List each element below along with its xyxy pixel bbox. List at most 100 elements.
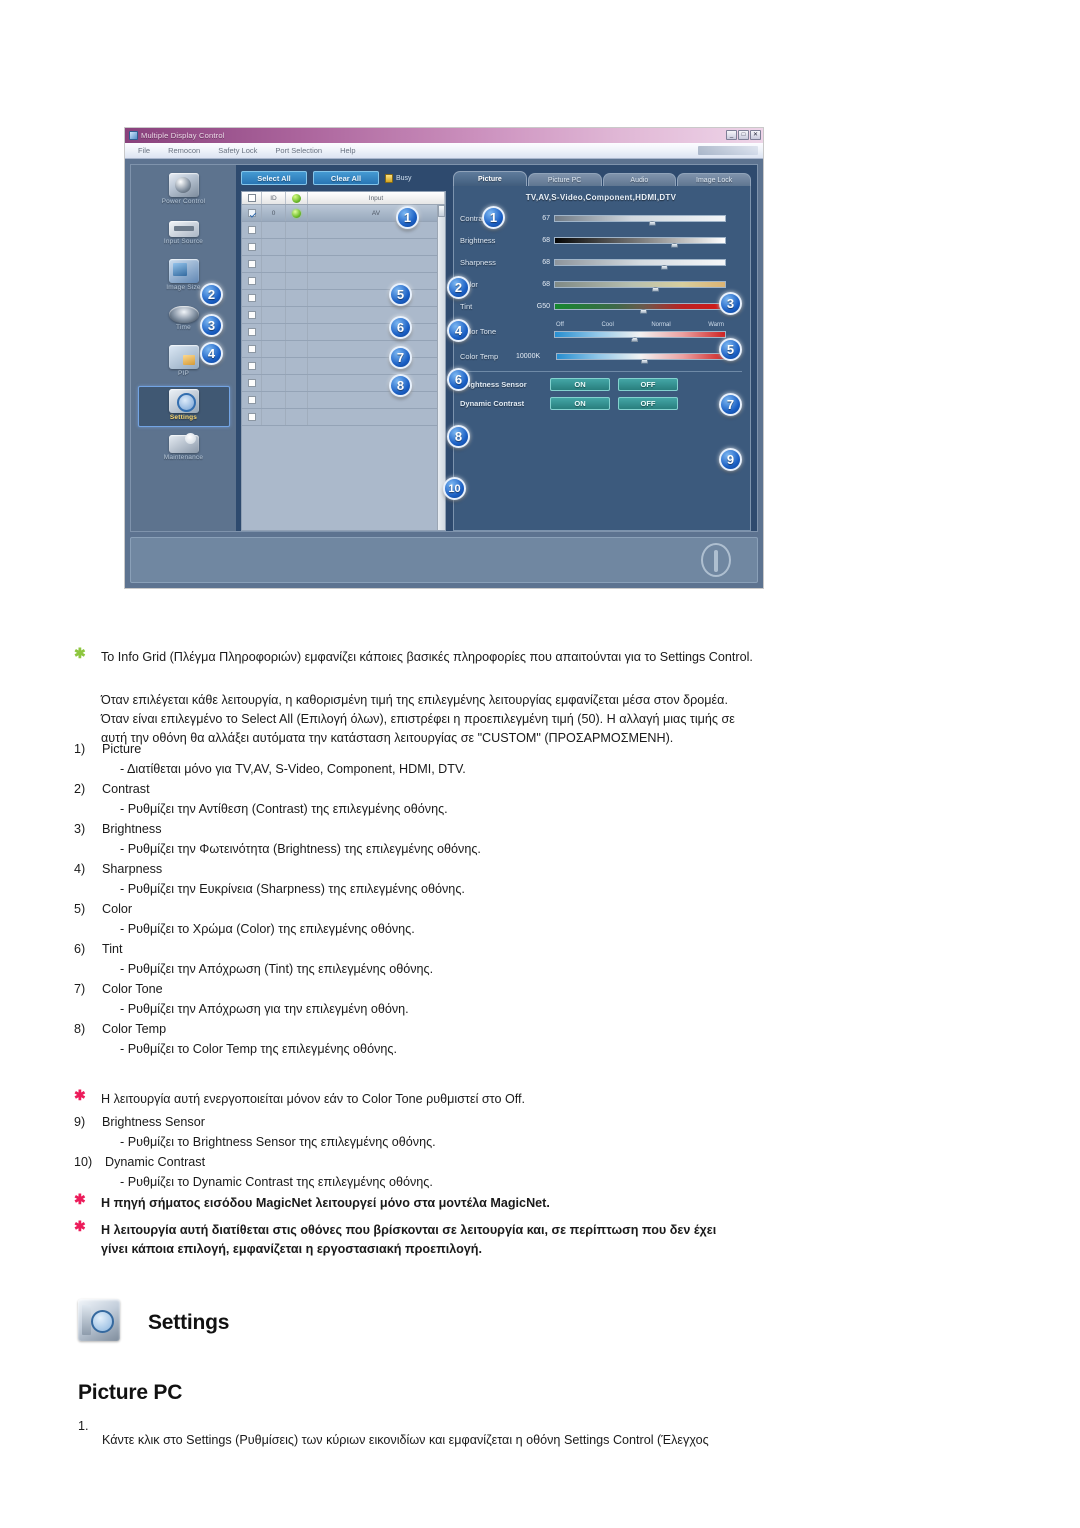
info-grid-panel: Select All Clear All Busy ID Input 0 AV: [236, 165, 451, 531]
sidebar-item-maintenance[interactable]: Maintenance: [138, 429, 230, 470]
row-checkbox-icon[interactable]: [247, 277, 256, 285]
item-desc-3: - Ρυθμίζει την Φωτεινότητα (Brightness) …: [120, 842, 481, 856]
maximize-button[interactable]: □: [738, 130, 749, 140]
row-checkbox-icon[interactable]: [247, 260, 256, 268]
item-desc-7: - Ρυθμίζει την Απόχρωση για την επιλεγμέ…: [120, 1002, 409, 1016]
row-checkbox-icon[interactable]: [247, 243, 256, 251]
pink-star-icon: ✱: [74, 1191, 86, 1207]
item-title-6: Tint: [102, 942, 123, 956]
note-color-tone-text: Η λειτουργία αυτή ενεργοποιείται μόνον ε…: [101, 1092, 526, 1106]
item-num-5: 5): [74, 902, 86, 916]
brightness-sensor-off-button[interactable]: OFF: [618, 378, 678, 391]
row-checkbox-icon[interactable]: [247, 226, 256, 234]
sharpness-track: [554, 258, 726, 266]
item-title-8: Color Temp: [102, 1022, 167, 1036]
green-star-icon: ✱: [74, 645, 86, 661]
menu-help[interactable]: Help: [331, 146, 364, 155]
menu-file[interactable]: File: [129, 146, 159, 155]
row-checkbox-icon[interactable]: [247, 362, 256, 370]
row-checkbox-icon[interactable]: [247, 345, 256, 353]
table-row[interactable]: [242, 324, 445, 341]
table-row[interactable]: [242, 392, 445, 409]
tab-picture-pc[interactable]: Picture PC: [527, 173, 602, 186]
color-value: 68: [542, 280, 550, 288]
callout-badge-3-left: 3: [200, 314, 223, 337]
contrast-track: [554, 214, 726, 222]
row-select-cell[interactable]: [242, 205, 262, 221]
brightness-sensor-on-button[interactable]: ON: [550, 378, 610, 391]
tab-audio[interactable]: Audio: [602, 173, 677, 186]
clear-all-button[interactable]: Clear All: [313, 171, 379, 185]
item-desc-4: - Ρυθμίζει την Ευκρίνεια (Sharpness) της…: [120, 882, 465, 896]
item-num-6: 6): [74, 942, 86, 956]
color-slider[interactable]: [554, 278, 726, 292]
color-track: [554, 280, 726, 288]
grid-scrollbar-thumb[interactable]: [438, 205, 445, 217]
dynamic-contrast-on-button[interactable]: ON: [550, 397, 610, 410]
minimize-button[interactable]: _: [726, 130, 737, 140]
table-row[interactable]: [242, 409, 445, 426]
window-controls[interactable]: _ □ ✕: [726, 130, 761, 140]
table-row[interactable]: [242, 273, 445, 290]
grid-scrollbar[interactable]: [437, 205, 445, 530]
callout-badge-6-grid: 6: [389, 316, 412, 339]
note-magicnet-text: Η πηγή σήματος εισόδου MagicNet λειτουργ…: [101, 1196, 550, 1210]
callout-badge-8-grid: 8: [389, 374, 412, 397]
select-all-button[interactable]: Select All: [241, 171, 307, 185]
color-temp-slider[interactable]: [556, 350, 726, 364]
menu-safety-lock[interactable]: Safety Lock: [209, 146, 266, 155]
color-tone-slider[interactable]: Off Cool Normal Warm: [554, 322, 726, 342]
slider-row-color[interactable]: Color 68: [460, 273, 742, 295]
table-row[interactable]: [242, 239, 445, 256]
item-num-9: 9): [74, 1115, 86, 1129]
callout-badge-7-right: 7: [719, 393, 742, 416]
tab-bar[interactable]: Picture Picture PC Audio Image Lock: [453, 171, 751, 186]
sharpness-slider[interactable]: [554, 256, 726, 270]
table-row[interactable]: [242, 290, 445, 307]
table-row[interactable]: [242, 358, 445, 375]
window-title: Multiple Display Control: [141, 131, 225, 140]
menu-port-selection[interactable]: Port Selection: [266, 146, 331, 155]
select-all-checkbox-icon[interactable]: [247, 194, 256, 202]
menu-remocon[interactable]: Remocon: [159, 146, 209, 155]
sidebar-item-power-control[interactable]: Power Control: [138, 171, 230, 212]
busy-indicator: Busy: [385, 173, 412, 183]
row-checkbox-icon[interactable]: [247, 328, 256, 336]
maintenance-icon: [168, 433, 199, 453]
row-checkbox-icon[interactable]: [247, 413, 256, 421]
slider-row-brightness[interactable]: Brightness 68: [460, 229, 742, 251]
brightness-slider[interactable]: [554, 234, 726, 248]
contrast-slider[interactable]: [554, 212, 726, 226]
row-checkbox-icon[interactable]: [247, 209, 256, 217]
table-row[interactable]: [242, 256, 445, 273]
tab-picture[interactable]: Picture: [453, 171, 527, 186]
color-temp-value: 10000K: [516, 352, 541, 360]
tint-slider[interactable]: [554, 300, 726, 314]
sidebar-item-settings[interactable]: Settings: [137, 386, 230, 427]
table-row[interactable]: [242, 307, 445, 324]
row-checkbox-icon[interactable]: [247, 379, 256, 387]
slider-row-tint[interactable]: Tint G50 R50: [460, 295, 742, 317]
row-checkbox-icon[interactable]: [247, 311, 256, 319]
item-num-3: 3): [74, 822, 86, 836]
brand-logo: [698, 146, 758, 155]
toggle-row-brightness-sensor[interactable]: Brightness Sensor ON OFF: [460, 375, 742, 394]
slider-row-color-tone[interactable]: Color Tone Off Cool Normal Warm: [460, 317, 742, 345]
sidebar-item-input-source[interactable]: Input Source: [138, 214, 230, 255]
slider-row-color-temp[interactable]: Color Temp 10000K: [460, 345, 742, 367]
item-title-7: Color Tone: [102, 982, 163, 996]
table-row[interactable]: [242, 341, 445, 358]
menu-bar[interactable]: File Remocon Safety Lock Port Selection …: [125, 143, 763, 159]
tab-image-lock[interactable]: Image Lock: [677, 173, 751, 186]
grid-header-select[interactable]: [242, 192, 262, 204]
table-row[interactable]: [242, 375, 445, 392]
info-grid[interactable]: ID Input 0 AV: [241, 191, 446, 531]
callout-badge-4-panel: 4: [447, 319, 470, 342]
dynamic-contrast-off-button[interactable]: OFF: [618, 397, 678, 410]
toggle-row-dynamic-contrast[interactable]: Dynamic Contrast ON OFF: [460, 394, 742, 413]
close-button[interactable]: ✕: [750, 130, 761, 140]
pink-star-icon: ✱: [74, 1087, 86, 1103]
row-checkbox-icon[interactable]: [247, 396, 256, 404]
row-checkbox-icon[interactable]: [247, 294, 256, 302]
slider-row-sharpness[interactable]: Sharpness 68: [460, 251, 742, 273]
